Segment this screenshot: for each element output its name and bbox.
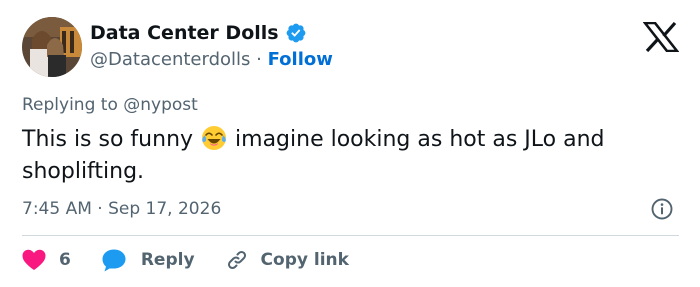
like-count[interactable]: 6 bbox=[59, 250, 71, 270]
timestamp-separator: · bbox=[97, 199, 103, 219]
author-name[interactable]: Data Center Dolls bbox=[90, 20, 307, 46]
verified-badge-icon bbox=[285, 22, 307, 44]
face-with-tears-of-joy-emoji-icon bbox=[201, 125, 227, 151]
like-button[interactable]: 6 bbox=[22, 249, 71, 271]
copy-link-button[interactable]: Copy link bbox=[225, 248, 349, 272]
x-logo-icon[interactable] bbox=[643, 22, 679, 52]
author-handle[interactable]: @Datacenterdolls bbox=[90, 49, 250, 70]
tweet-text-part-1: This is so funny bbox=[22, 127, 201, 152]
divider bbox=[22, 235, 679, 236]
tweet-text: This is so funny imagine looking as hot … bbox=[22, 124, 682, 188]
info-icon[interactable] bbox=[650, 197, 674, 221]
heart-icon[interactable] bbox=[22, 249, 46, 271]
action-bar: 6 Reply Copy link bbox=[22, 247, 349, 273]
handle-line: @Datacenterdolls · Follow bbox=[90, 48, 333, 72]
copy-link-label[interactable]: Copy link bbox=[261, 250, 349, 270]
speech-bubble-icon[interactable] bbox=[101, 248, 127, 272]
reply-context: Replying to @nypost bbox=[22, 95, 198, 115]
reply-label[interactable]: Reply bbox=[141, 250, 195, 270]
link-icon[interactable] bbox=[225, 248, 249, 272]
timestamp[interactable]: 7:45 AM · Sep 17, 2026 bbox=[22, 198, 221, 220]
avatar[interactable] bbox=[22, 17, 82, 77]
reply-button[interactable]: Reply bbox=[101, 248, 195, 272]
tweet-time[interactable]: 7:45 AM bbox=[22, 199, 92, 219]
handle-separator: · bbox=[256, 49, 262, 70]
author-name-text[interactable]: Data Center Dolls bbox=[90, 20, 279, 46]
follow-button[interactable]: Follow bbox=[268, 49, 333, 70]
tweet-date[interactable]: Sep 17, 2026 bbox=[108, 199, 221, 219]
